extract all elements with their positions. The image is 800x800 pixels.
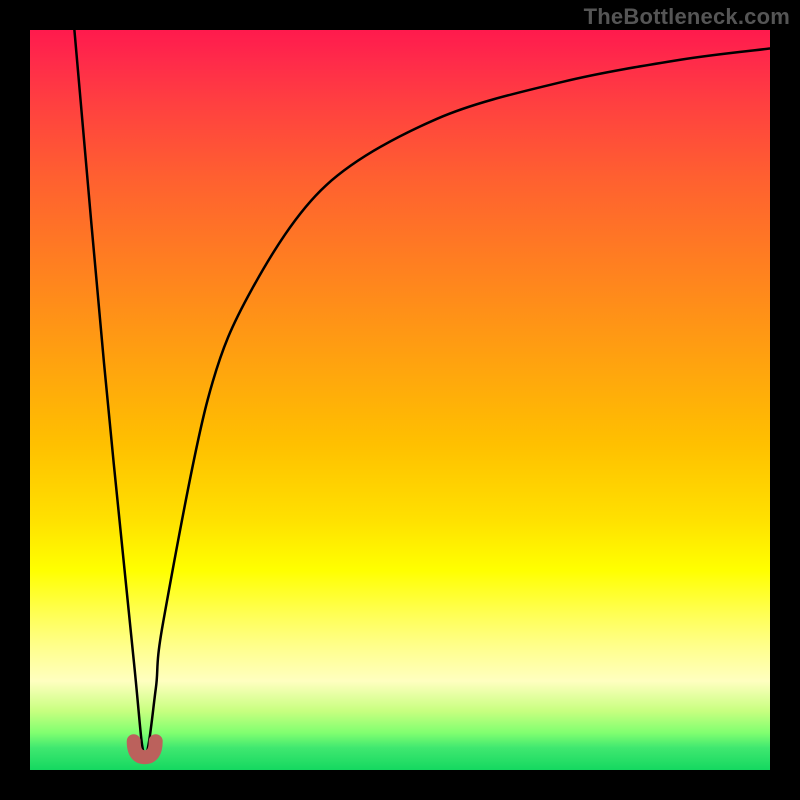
watermark-text: TheBottleneck.com [584,4,790,30]
chart-frame: TheBottleneck.com [0,0,800,800]
bottleneck-curve-path [74,30,770,756]
plot-area [30,30,770,770]
curve-layer [30,30,770,770]
trough-marker [134,741,156,757]
